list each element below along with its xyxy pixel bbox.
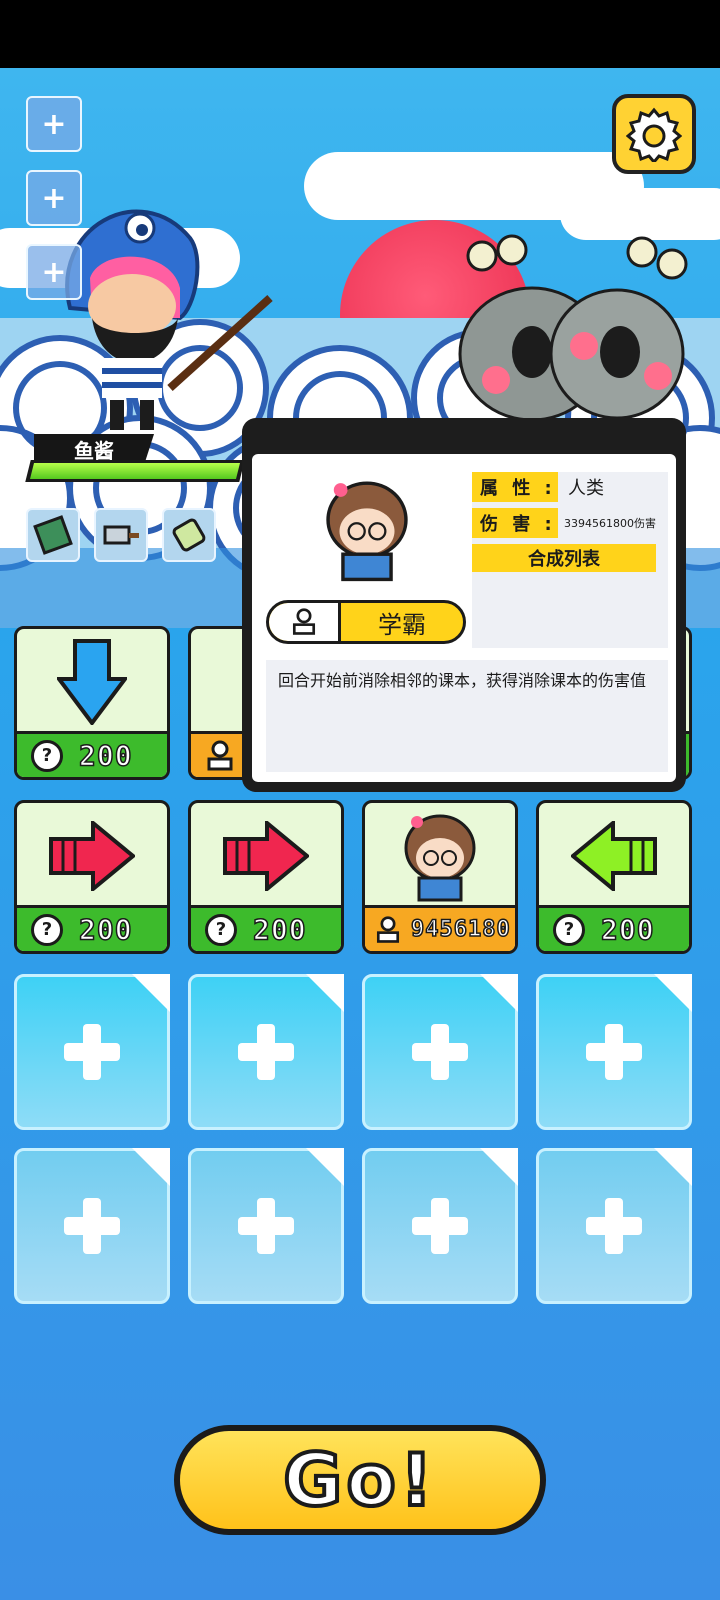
attribute-row: 属 性 : 人类 <box>472 472 668 502</box>
arrow-right-icon <box>49 820 135 891</box>
scholar-girl-portrait <box>326 481 408 582</box>
synthesis-list-header: 合成列表 <box>472 544 656 572</box>
plus-icon <box>238 1198 294 1254</box>
card-arrow-right[interactable]: ? 200 <box>14 800 170 954</box>
item-slot-notebook[interactable] <box>26 508 80 562</box>
item-slot-cleaver[interactable] <box>94 508 148 562</box>
item-slot-eraser[interactable] <box>162 508 216 562</box>
arrow-right-icon <box>223 820 309 891</box>
empty-card-slot[interactable] <box>188 974 344 1130</box>
question-icon: ? <box>553 913 585 946</box>
card-cost: 9456180 <box>365 905 515 951</box>
character-info-popup[interactable]: 属 性 : 人类 伤 害 : 3394561800伤害 合成列表 学霸 回合开始… <box>242 418 686 792</box>
character-description: 回合开始前消除相邻的课本，获得消除课本的伤害值 <box>266 660 668 772</box>
plus-icon <box>64 1198 120 1254</box>
go-button[interactable]: Go! <box>174 1425 546 1535</box>
card-art <box>365 803 515 908</box>
empty-card-slot[interactable] <box>14 1148 170 1304</box>
arrow-left-icon <box>571 820 657 891</box>
plus-label: + <box>41 180 67 216</box>
attribute-panel: 属 性 : 人类 伤 害 : 3394561800伤害 合成列表 <box>472 472 668 648</box>
cloud <box>560 188 720 240</box>
plus-icon <box>586 1024 642 1080</box>
plus-icon <box>64 1024 120 1080</box>
card-art <box>17 803 167 908</box>
plus-label: + <box>41 254 67 290</box>
empty-card-slot[interactable] <box>362 1148 518 1304</box>
card-arrow-left[interactable]: ? 200 <box>536 800 692 954</box>
cleaver-icon <box>103 525 139 545</box>
empty-card-slot[interactable] <box>188 1148 344 1304</box>
game-stage: + + + 鱼酱 ? 200 ? 200 ? 200 9456180 ? 200… <box>0 68 720 1600</box>
card-character-girl[interactable]: 9456180 <box>362 800 518 954</box>
cost-value: 200 <box>252 912 307 947</box>
alien-enemy-sprite <box>458 234 688 422</box>
character-name: 学霸 <box>378 610 426 639</box>
notebook-icon <box>33 515 73 555</box>
plus-icon <box>586 1198 642 1254</box>
card-art <box>17 629 167 734</box>
popup-body: 属 性 : 人类 伤 害 : 3394561800伤害 合成列表 学霸 回合开始… <box>252 454 676 782</box>
cost-value: 200 <box>78 912 133 947</box>
character-icon <box>207 740 233 770</box>
attr-value: 人类 <box>558 472 668 502</box>
question-icon: ? <box>31 913 63 946</box>
empty-card-slot[interactable] <box>536 974 692 1130</box>
plus-icon <box>238 1024 294 1080</box>
settings-button[interactable] <box>612 94 696 174</box>
go-button-label: Go! <box>281 1436 437 1524</box>
add-slot-button[interactable]: + <box>26 170 82 226</box>
card-cost: ? 200 <box>191 905 341 951</box>
empty-card-slot[interactable] <box>362 974 518 1130</box>
empty-card-slot[interactable] <box>14 974 170 1130</box>
character-icon <box>376 915 400 943</box>
arrow-down-icon <box>57 638 127 725</box>
damage-value: 3394561800伤害 <box>558 508 668 538</box>
card-art <box>191 803 341 908</box>
card-cost: ? 200 <box>17 905 167 951</box>
plus-icon <box>412 1024 468 1080</box>
scholar-girl-icon <box>404 814 476 901</box>
plus-label: + <box>41 106 67 142</box>
question-icon: ? <box>205 913 237 946</box>
gear-icon <box>626 107 682 162</box>
card-cost: ? 200 <box>539 905 689 951</box>
empty-card-slot[interactable] <box>536 1148 692 1304</box>
cost-value: 200 <box>78 738 133 773</box>
card-art <box>539 803 689 908</box>
card-arrow-down[interactable]: ? 200 <box>14 626 170 780</box>
eraser-icon <box>172 518 206 552</box>
hp-fill <box>30 463 240 479</box>
character-icon <box>269 603 341 641</box>
card-arrow-right[interactable]: ? 200 <box>188 800 344 954</box>
damage-row: 伤 害 : 3394561800伤害 <box>472 508 668 538</box>
cost-value: 200 <box>600 912 655 947</box>
add-slot-button[interactable]: + <box>26 244 82 300</box>
attr-label: 属 性 : <box>472 472 558 502</box>
character-name-badge: 学霸 <box>266 600 466 644</box>
cost-value: 9456180 <box>410 916 511 943</box>
add-slot-button[interactable]: + <box>26 96 82 152</box>
card-cost: ? 200 <box>17 731 167 777</box>
player-hp-bar <box>25 460 245 482</box>
plus-icon <box>412 1198 468 1254</box>
damage-label: 伤 害 : <box>472 508 558 538</box>
question-icon: ? <box>31 739 63 772</box>
